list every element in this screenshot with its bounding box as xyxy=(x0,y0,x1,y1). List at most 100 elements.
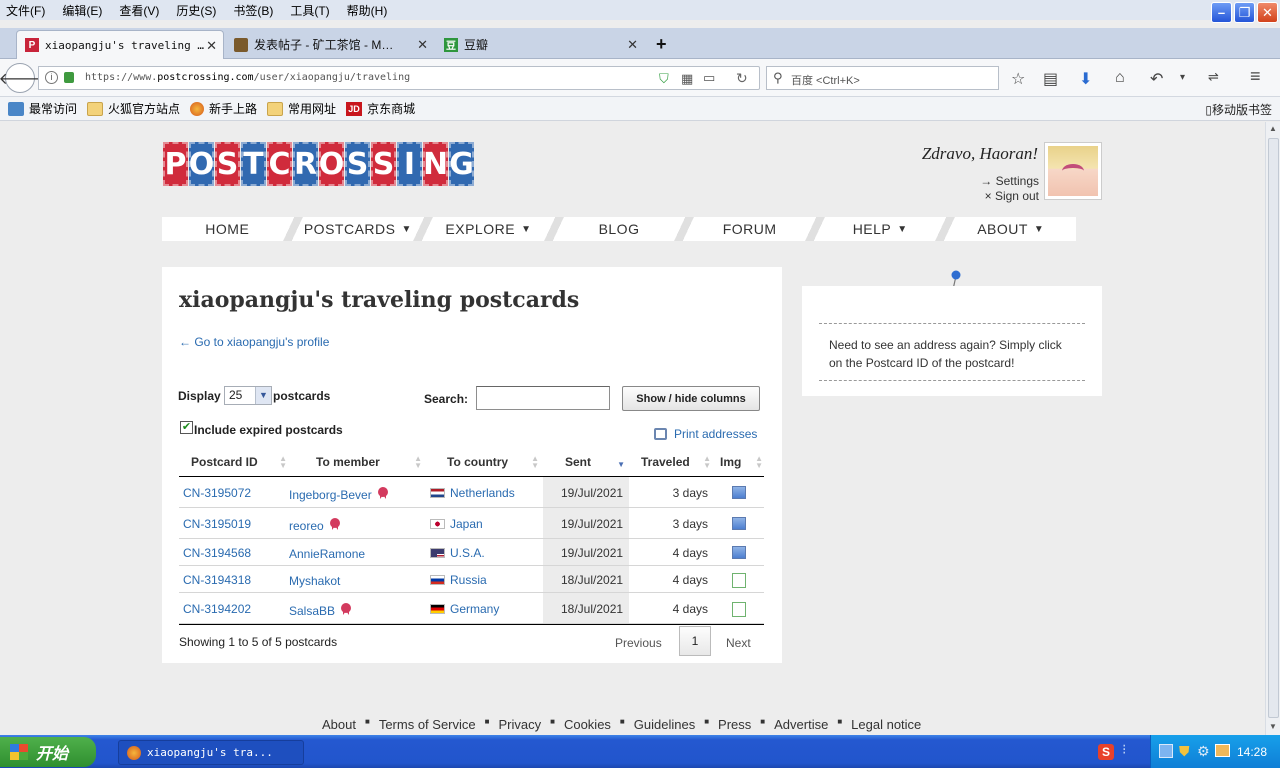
sogou-input-icon[interactable]: S xyxy=(1098,744,1114,760)
previous-page-button[interactable]: Previous xyxy=(615,636,662,650)
postcard-id-link[interactable]: CN-3194202 xyxy=(183,602,251,616)
country-link[interactable]: U.S.A. xyxy=(450,546,485,560)
nav-blog[interactable]: BLOG xyxy=(537,217,685,241)
search-input[interactable]: ⚲ 百度 <Ctrl+K> xyxy=(766,66,999,90)
column-postcard-id[interactable]: Postcard ID ▲ ▼ xyxy=(191,449,287,475)
table-search-input[interactable] xyxy=(476,386,610,410)
include-expired-checkbox[interactable]: ✔ xyxy=(180,421,193,434)
url-text[interactable]: https://www.postcrossing.com/user/xiaopa… xyxy=(85,72,410,83)
download-icon[interactable]: ⬇ xyxy=(1079,69,1092,89)
country-link[interactable]: Germany xyxy=(450,602,499,616)
address-bar[interactable]: i https://www.postcrossing.com/user/xiao… xyxy=(38,66,760,90)
settings-icon[interactable]: ⚙ xyxy=(1197,743,1210,760)
close-tab-icon[interactable]: ✕ xyxy=(206,38,217,54)
postcard-id-link[interactable]: CN-3194318 xyxy=(183,573,251,587)
hamburger-menu-icon[interactable]: ≡ xyxy=(1250,66,1261,87)
scrollbar-thumb[interactable] xyxy=(1268,138,1279,718)
avatar[interactable] xyxy=(1044,142,1102,200)
country-link[interactable]: Japan xyxy=(450,517,483,531)
mobile-bookmarks[interactable]: ▯移动版书签 xyxy=(1205,101,1272,118)
page-1-button[interactable]: 1 xyxy=(679,626,711,656)
nav-forum[interactable]: FORUM xyxy=(668,217,815,241)
country-link[interactable]: Russia xyxy=(450,573,487,587)
postcard-id-link[interactable]: CN-3195019 xyxy=(183,517,251,531)
nav-about[interactable]: ABOUT ▼ xyxy=(929,217,1076,241)
include-expired-label[interactable]: Include expired postcards xyxy=(194,423,343,437)
postcard-id-link[interactable]: CN-3194568 xyxy=(183,546,251,560)
column-traveled[interactable]: Traveled ▲ ▼ xyxy=(641,449,711,475)
member-link[interactable]: reoreo xyxy=(289,519,324,533)
start-button[interactable]: 开始 xyxy=(0,737,96,767)
member-link[interactable]: Ingeborg-Bever xyxy=(289,488,372,502)
reader-view-icon[interactable]: ▭ xyxy=(703,70,715,86)
nav-home[interactable]: HOME xyxy=(162,217,293,241)
postcrossing-logo[interactable]: P O S T C R O S S I N G xyxy=(163,142,475,194)
postcard-id-link[interactable]: CN-3195072 xyxy=(183,486,251,500)
shield-icon[interactable]: ⛉ xyxy=(659,71,669,87)
network-icon[interactable] xyxy=(1159,744,1173,758)
display-count-select[interactable]: 25 ▼ xyxy=(224,386,272,405)
footer-link-legal-notice[interactable]: Legal notice xyxy=(851,717,921,732)
menu-file[interactable]: 文件(F) xyxy=(6,2,45,19)
menu-edit[interactable]: 编辑(E) xyxy=(62,2,102,19)
new-tab-button[interactable]: + xyxy=(648,30,678,59)
column-sent[interactable]: Sent ▼ xyxy=(565,449,625,475)
menu-tools[interactable]: 工具(T) xyxy=(290,2,329,19)
tab-douban[interactable]: 豆 豆瓣 ✕ xyxy=(436,30,644,59)
footer-link-privacy[interactable]: Privacy xyxy=(498,717,541,732)
info-icon[interactable]: i xyxy=(45,71,58,84)
folder-icon[interactable] xyxy=(1215,744,1230,757)
security-shield-icon[interactable]: ⛊ xyxy=(1179,743,1190,760)
menu-history[interactable]: 历史(S) xyxy=(176,2,216,19)
column-img[interactable]: Img ▲ ▼ xyxy=(720,449,763,475)
home-icon[interactable]: ⌂ xyxy=(1115,69,1125,87)
bookmark-firefox-site[interactable]: 火狐官方站点 xyxy=(87,100,180,117)
photo-image-icon[interactable] xyxy=(732,517,746,530)
footer-link-press[interactable]: Press xyxy=(718,717,751,732)
minimize-button[interactable]: – xyxy=(1211,2,1232,23)
close-window-button[interactable]: ✕ xyxy=(1257,2,1278,23)
back-button[interactable]: 🡐 xyxy=(0,63,41,93)
vertical-scrollbar[interactable]: ▲ ▼ xyxy=(1265,122,1280,735)
tab-forum[interactable]: 发表帖子 - 矿工茶馆 - M… ✕ xyxy=(226,30,434,59)
qrcode-icon[interactable]: ▦ xyxy=(681,71,693,87)
menu-help[interactable]: 帮助(H) xyxy=(347,2,388,19)
footer-link-advertise[interactable]: Advertise xyxy=(774,717,828,732)
undo-icon[interactable]: ↶ xyxy=(1150,69,1163,89)
tab-postcrossing[interactable]: P xiaopangju's traveling … ✕ xyxy=(16,30,224,59)
next-page-button[interactable]: Next xyxy=(726,636,751,650)
language-icon[interactable]: ⇌ xyxy=(1208,69,1219,85)
member-link[interactable]: Myshakot xyxy=(289,574,340,588)
column-to-member[interactable]: To member ▲ ▼ xyxy=(316,449,422,475)
sign-out-link[interactable]: × Sign out xyxy=(955,189,1039,204)
bookmark-jd[interactable]: JD 京东商城 xyxy=(346,100,415,117)
maximize-button[interactable]: ❐ xyxy=(1234,2,1255,23)
photo-image-icon[interactable] xyxy=(732,486,746,499)
bookmark-getting-started[interactable]: 新手上路 xyxy=(190,100,257,117)
chevron-down-icon[interactable]: ▾ xyxy=(1180,72,1185,83)
bookmarks-list-icon[interactable]: ▤ xyxy=(1043,69,1058,89)
nav-explore[interactable]: EXPLORE ▼ xyxy=(407,217,554,241)
member-link[interactable]: AnnieRamone xyxy=(289,547,365,561)
scroll-down-icon[interactable]: ▼ xyxy=(1269,722,1277,731)
taskbar-firefox-window[interactable]: xiaopangju's tra... xyxy=(118,740,304,765)
bookmark-most-visited[interactable]: 最常访问 xyxy=(8,100,77,117)
country-link[interactable]: Netherlands xyxy=(450,486,515,500)
nav-postcards[interactable]: POSTCARDS ▼ xyxy=(276,217,424,241)
print-addresses-link[interactable]: Print addresses xyxy=(654,427,757,441)
nav-help[interactable]: HELP ▼ xyxy=(798,217,946,241)
footer-link-terms-of-service[interactable]: Terms of Service xyxy=(379,717,476,732)
footer-link-cookies[interactable]: Cookies xyxy=(564,717,611,732)
footer-link-guidelines[interactable]: Guidelines xyxy=(634,717,695,732)
close-tab-icon[interactable]: ✕ xyxy=(627,37,638,53)
menu-view[interactable]: 查看(V) xyxy=(119,2,159,19)
postcard-image-icon[interactable] xyxy=(732,602,746,617)
column-to-country[interactable]: To country ▲ ▼ xyxy=(447,449,539,475)
show-hide-columns-button[interactable]: Show / hide columns xyxy=(622,386,760,411)
profile-link[interactable]: ← Go to xiaopangju's profile xyxy=(179,335,329,349)
photo-image-icon[interactable] xyxy=(732,546,746,559)
bookmark-common-sites[interactable]: 常用网址 xyxy=(267,100,336,117)
member-link[interactable]: SalsaBB xyxy=(289,604,335,618)
reload-icon[interactable]: ↻ xyxy=(736,70,748,87)
menu-bookmarks[interactable]: 书签(B) xyxy=(233,2,273,19)
